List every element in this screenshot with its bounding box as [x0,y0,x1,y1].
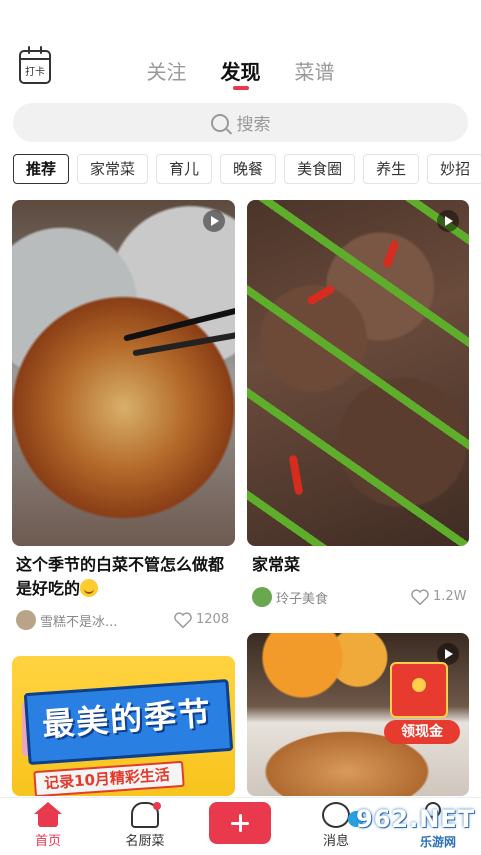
top-tabs: 关注 发现 菜谱 [0,56,481,90]
tab-discover[interactable]: 发现 [221,56,261,90]
author-name: 玲子美食 [276,591,329,607]
category-chip-home-cooking[interactable]: 家常菜 [77,154,149,184]
avatar [16,610,36,630]
category-chip-recommend[interactable]: 推荐 [13,154,70,184]
nav-chef[interactable]: 名厨菜 [105,798,185,855]
nav-home[interactable]: 首页 [8,798,88,855]
chili-graphic [306,284,336,306]
feed-card-1-image[interactable] [12,200,235,546]
search-placeholder: 搜索 [236,115,271,135]
site-watermark: 962.NET 乐游网 [348,803,476,849]
feed-card-2-title[interactable]: 家常菜 [252,553,300,577]
message-icon [322,802,350,828]
top-bar: 打卡 关注 发现 菜谱 [0,44,481,100]
play-video-icon [437,210,459,232]
feed-card-2-image[interactable] [247,200,469,546]
avatar [252,587,272,607]
tab-recipes[interactable]: 菜谱 [295,56,335,90]
category-chip-parenting[interactable]: 育儿 [156,154,213,184]
category-chip-food-circle[interactable]: 美食圈 [284,154,356,184]
search-bar[interactable]: 搜索 [13,103,468,142]
like-count: 1.2W [433,589,467,604]
home-icon [34,802,62,828]
smile-emoji-icon [80,579,99,597]
feed-card-1-author[interactable]: 雪糕不是冰... [16,610,117,630]
publish-plus-button[interactable] [209,802,271,844]
nav-chef-label: 名厨菜 [125,834,165,849]
chef-hat-icon [131,802,161,828]
nav-home-label: 首页 [34,834,61,849]
tab-following[interactable]: 关注 [147,56,187,90]
like-heart-icon[interactable] [173,611,193,629]
search-icon [210,113,229,132]
watermark-text: 962.NET [356,805,476,833]
chili-graphic [382,239,400,269]
category-chips: 推荐 家常菜 育儿 晚餐 美食圈 养生 妙招 [13,154,481,186]
like-count: 1208 [196,612,230,627]
feed-card-3-banner[interactable]: 最美的季节 记录10月精彩生活 [12,656,235,796]
notification-dot [153,802,161,810]
chili-graphic [288,454,304,496]
feed-card-2-author[interactable]: 玲子美食 [252,587,328,607]
play-video-icon [203,210,225,232]
feed-card-1-title[interactable]: 这个季节的白菜不管怎么做都是好吃的 [16,553,236,601]
author-name: 雪糕不是冰... [40,614,118,630]
like-heart-icon[interactable] [410,588,430,606]
red-packet-icon[interactable] [390,662,448,718]
watermark-subtext: 乐游网 [420,835,457,849]
category-chip-dinner[interactable]: 晚餐 [220,154,277,184]
category-chip-health[interactable]: 养生 [363,154,420,184]
claim-cash-badge[interactable]: 领现金 [384,720,460,744]
category-chip-tips[interactable]: 妙招 [427,154,481,184]
